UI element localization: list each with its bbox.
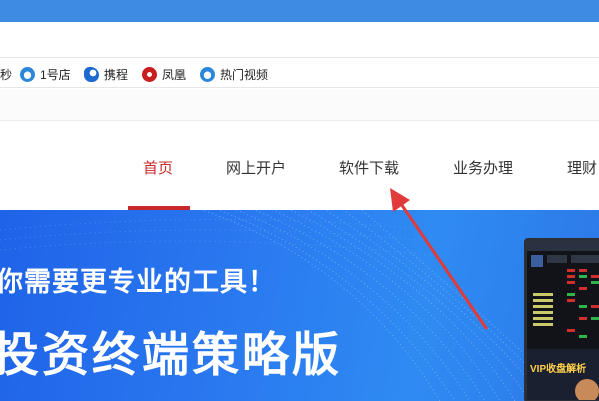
bookmark-item[interactable]: 携程 [84,65,128,83]
browser-toolbar [0,22,599,58]
bookmark-label: 秒 [0,67,13,82]
nav-item-finance[interactable]: 理财 [567,157,597,178]
bookmark-item[interactable]: 秒 [0,65,12,83]
ctrip-icon [84,66,99,82]
bookmark-item[interactable]: 热门视频 [200,65,268,83]
info-bar [0,89,599,121]
nav-item-software-download[interactable]: 软件下载 [339,157,399,178]
site-nav: 首页 网上开户 软件下载 业务办理 理财 [0,122,599,210]
banner-title: 投资终端策略版 [0,328,342,383]
bookmark-label: 1号店 [40,67,71,82]
vip-label: VIP收盘解析 [530,364,587,375]
bookmark-label: 携程 [104,67,129,82]
bookmark-label: 热门视频 [220,67,269,82]
browser-title-bar [0,0,599,22]
bookmark-item[interactable]: 凤凰 [142,65,186,83]
bookmark-item[interactable]: 1号店 [20,65,71,83]
bookmark-label: 凤凰 [162,67,187,82]
nav-item-open-account[interactable]: 网上开户 [226,157,286,178]
ifeng-icon [142,66,157,82]
banner-subtitle: 你需要更专业的工具！ [0,267,276,298]
nav-item-home[interactable]: 首页 [143,157,173,178]
promo-banner[interactable]: 你需要更专业的工具！ 投资终端策略版 VIP收盘解析 [0,210,599,401]
ie-icon [200,66,215,82]
bookmarks-bar: 秒 1号店 携程 凤凰 热门视频 [0,59,599,88]
trading-terminal-screenshot [524,238,599,401]
nav-item-business[interactable]: 业务办理 [453,157,513,178]
ie-icon [20,66,35,82]
